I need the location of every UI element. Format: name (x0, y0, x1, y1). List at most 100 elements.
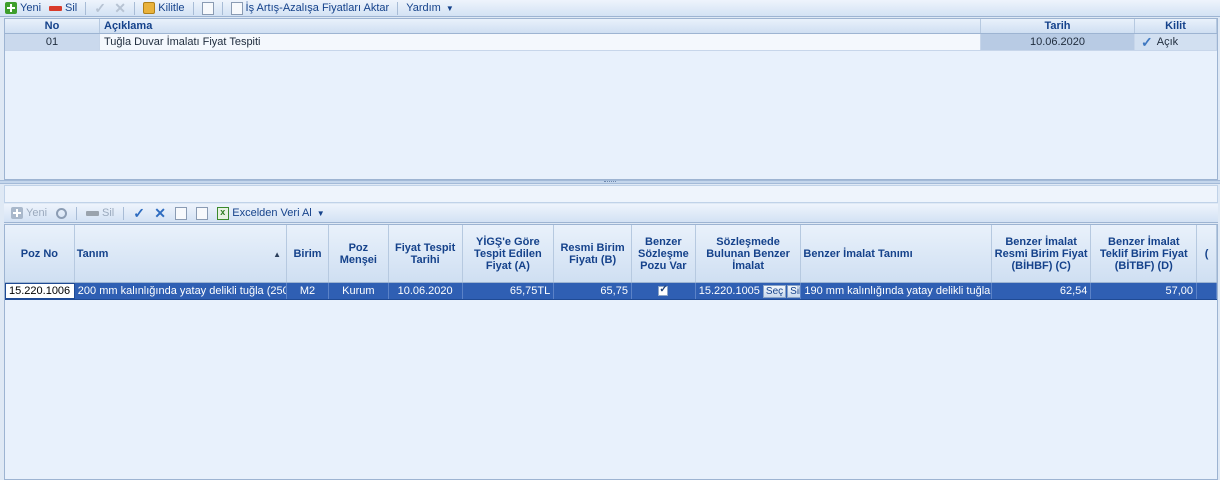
column-header-no[interactable]: No (5, 19, 100, 33)
column-header-poz-no[interactable]: Poz No (5, 225, 75, 282)
help-menu-button[interactable]: Yardım ▼ (403, 1, 457, 16)
chevron-down-icon: ▼ (445, 3, 454, 13)
excel-icon (217, 206, 230, 220)
column-header-benzer-sozlesme[interactable]: Benzer Sözleşme Pozu Var (632, 225, 696, 282)
lock-button[interactable]: Kilitle (140, 1, 187, 16)
minus-icon (49, 5, 63, 11)
detail-list-button[interactable] (193, 206, 211, 221)
table-row[interactable]: 01 Tuğla Duvar İmalatı Fiyat Tespiti 10.… (5, 34, 1217, 51)
cell-truncated[interactable] (1197, 283, 1217, 299)
cell-sozlesmede-bulunan[interactable]: 15.220.1005 Seç Sil (696, 283, 802, 299)
transfer-icon (230, 1, 243, 15)
print-icon (201, 1, 214, 15)
column-header-yigs-fiyat[interactable]: YİGŞ'e Göre Tespit Edilen Fiyat (A) (463, 225, 555, 282)
cell-benzer-imalat-tanimi[interactable]: 190 mm kalınlığında yatay delikli tuğla … (801, 283, 992, 299)
toolbar-separator (134, 1, 136, 15)
detail-cancel-button[interactable]: ✕ (151, 206, 169, 221)
cell-poz-no[interactable]: 15.220.1006 (5, 283, 75, 299)
cell-no[interactable]: 01 (5, 34, 100, 50)
cancel-button[interactable]: ✕ (111, 1, 129, 16)
list-icon (196, 206, 209, 220)
cell-fiyat-tespit-tarihi[interactable]: 10.06.2020 (389, 283, 463, 299)
cell-resmi-birim-fiyat[interactable]: 65,75 (554, 283, 632, 299)
detail-new-label: Yeni (26, 207, 48, 219)
delete-label: Sil (65, 2, 78, 14)
column-header-resmi-birim-fiyat[interactable]: Resmi Birim Fiyatı (B) (554, 225, 632, 282)
column-header-bitbf[interactable]: Benzer İmalat Teklif Birim Fiyat (BİTBF)… (1091, 225, 1198, 282)
select-button[interactable]: Seç (762, 284, 787, 298)
detail-new-button[interactable]: Yeni (8, 206, 50, 221)
lock-icon (143, 2, 156, 14)
chevron-down-icon: ▼ (316, 208, 325, 218)
check-icon: ✓ (133, 205, 145, 221)
lock-status: Açık (1156, 36, 1179, 48)
cell-yigs-fiyat[interactable]: 65,75TL (463, 283, 555, 299)
print-button[interactable] (199, 1, 217, 16)
table-row[interactable]: 15.220.1006 200 mm kalınlığında yatay de… (5, 283, 1217, 300)
detail-delete-label: Sil (102, 207, 115, 219)
toolbar-separator (85, 1, 87, 15)
sort-ascending-icon: ▲ (273, 250, 282, 259)
toolbar-separator (397, 1, 399, 15)
detail-grid: Poz No Tanım ▲ Birim Poz Menşei Fiyat Te… (4, 224, 1218, 480)
delete-button[interactable]: Sil (46, 1, 80, 16)
transfer-prices-button[interactable]: İş Artış-Azalışa Fiyatları Aktar (228, 1, 393, 16)
cell-lock[interactable]: ✓ Açık (1135, 34, 1217, 50)
clear-button[interactable]: Sil (787, 284, 801, 298)
column-header-lock[interactable]: Kilit (1135, 19, 1217, 33)
column-header-bihbf[interactable]: Benzer İmalat Resmi Birim Fiyat (BİHBF) … (992, 225, 1092, 282)
cell-tanim[interactable]: 200 mm kalınlığında yatay delikli tuğla … (75, 283, 288, 299)
cell-bitbf[interactable]: 57,00 (1091, 283, 1198, 299)
benzer-sozlesme-checkbox[interactable] (658, 284, 669, 296)
main-toolbar: Yeni Sil ✓ ✕ Kilitle İş Artış-Azalışa Fi… (0, 0, 1220, 17)
detail-caption-band (4, 185, 1218, 203)
sozlesmede-bulunan-value: 15.220.1005 (698, 285, 760, 297)
master-grid: No Açıklama Tarih Kilit 01 Tuğla Duvar İ… (4, 18, 1218, 180)
detail-confirm-button[interactable]: ✓ (130, 206, 148, 221)
cell-bihbf[interactable]: 62,54 (992, 283, 1092, 299)
toolbar-separator (76, 206, 78, 220)
excel-import-label: Excelden Veri Al (232, 207, 312, 219)
cell-birim[interactable]: M2 (287, 283, 329, 299)
close-icon: ✕ (154, 205, 166, 221)
book-icon (175, 206, 188, 220)
column-header-sozlesmede-bulunan[interactable]: Sözleşmede Bulunan Benzer İmalat (696, 225, 802, 282)
toolbar-separator (192, 1, 194, 15)
search-icon (56, 207, 68, 219)
check-icon: ✓ (1141, 34, 1153, 50)
confirm-button[interactable]: ✓ (91, 1, 109, 16)
detail-grid-header: Poz No Tanım ▲ Birim Poz Menşei Fiyat Te… (5, 225, 1217, 283)
cell-description[interactable]: Tuğla Duvar İmalatı Fiyat Tespiti (100, 34, 981, 50)
detail-search-button[interactable] (53, 206, 70, 221)
help-label: Yardım (406, 2, 441, 14)
plus-icon (11, 207, 23, 219)
detail-delete-button[interactable]: Sil (83, 206, 117, 221)
new-button[interactable]: Yeni (2, 1, 44, 16)
splitter-grip-icon (604, 181, 616, 183)
detail-book-button[interactable] (172, 206, 190, 221)
toolbar-separator (221, 1, 223, 15)
minus-icon (86, 210, 100, 216)
column-header-tanim[interactable]: Tanım ▲ (75, 225, 288, 282)
check-icon: ✓ (94, 0, 106, 16)
cell-poz-mensei[interactable]: Kurum (329, 283, 389, 299)
master-grid-header: No Açıklama Tarih Kilit (5, 19, 1217, 34)
column-header-birim[interactable]: Birim (287, 225, 329, 282)
cell-date[interactable]: 10.06.2020 (981, 34, 1135, 50)
column-header-benzer-imalat-tanimi[interactable]: Benzer İmalat Tanımı (801, 225, 992, 282)
plus-icon (5, 2, 17, 14)
column-header-poz-mensei[interactable]: Poz Menşei (329, 225, 389, 282)
column-header-description[interactable]: Açıklama (100, 19, 981, 33)
panel-splitter[interactable] (0, 180, 1220, 184)
close-icon: ✕ (114, 0, 126, 16)
column-header-date[interactable]: Tarih (981, 19, 1135, 33)
column-header-tanim-label: Tanım (76, 247, 109, 260)
excel-import-button[interactable]: Excelden Veri Al ▼ (214, 206, 327, 221)
column-header-fiyat-tespit-tarihi[interactable]: Fiyat Tespit Tarihi (389, 225, 463, 282)
cell-benzer-sozlesme[interactable] (632, 283, 696, 299)
detail-toolbar: Yeni Sil ✓ ✕ Excelden Veri Al ▼ (4, 204, 1218, 223)
new-label: Yeni (20, 2, 42, 14)
transfer-label: İş Artış-Azalışa Fiyatları Aktar (245, 2, 390, 14)
lock-label: Kilitle (158, 2, 185, 14)
column-header-truncated[interactable]: ( (1197, 225, 1217, 282)
